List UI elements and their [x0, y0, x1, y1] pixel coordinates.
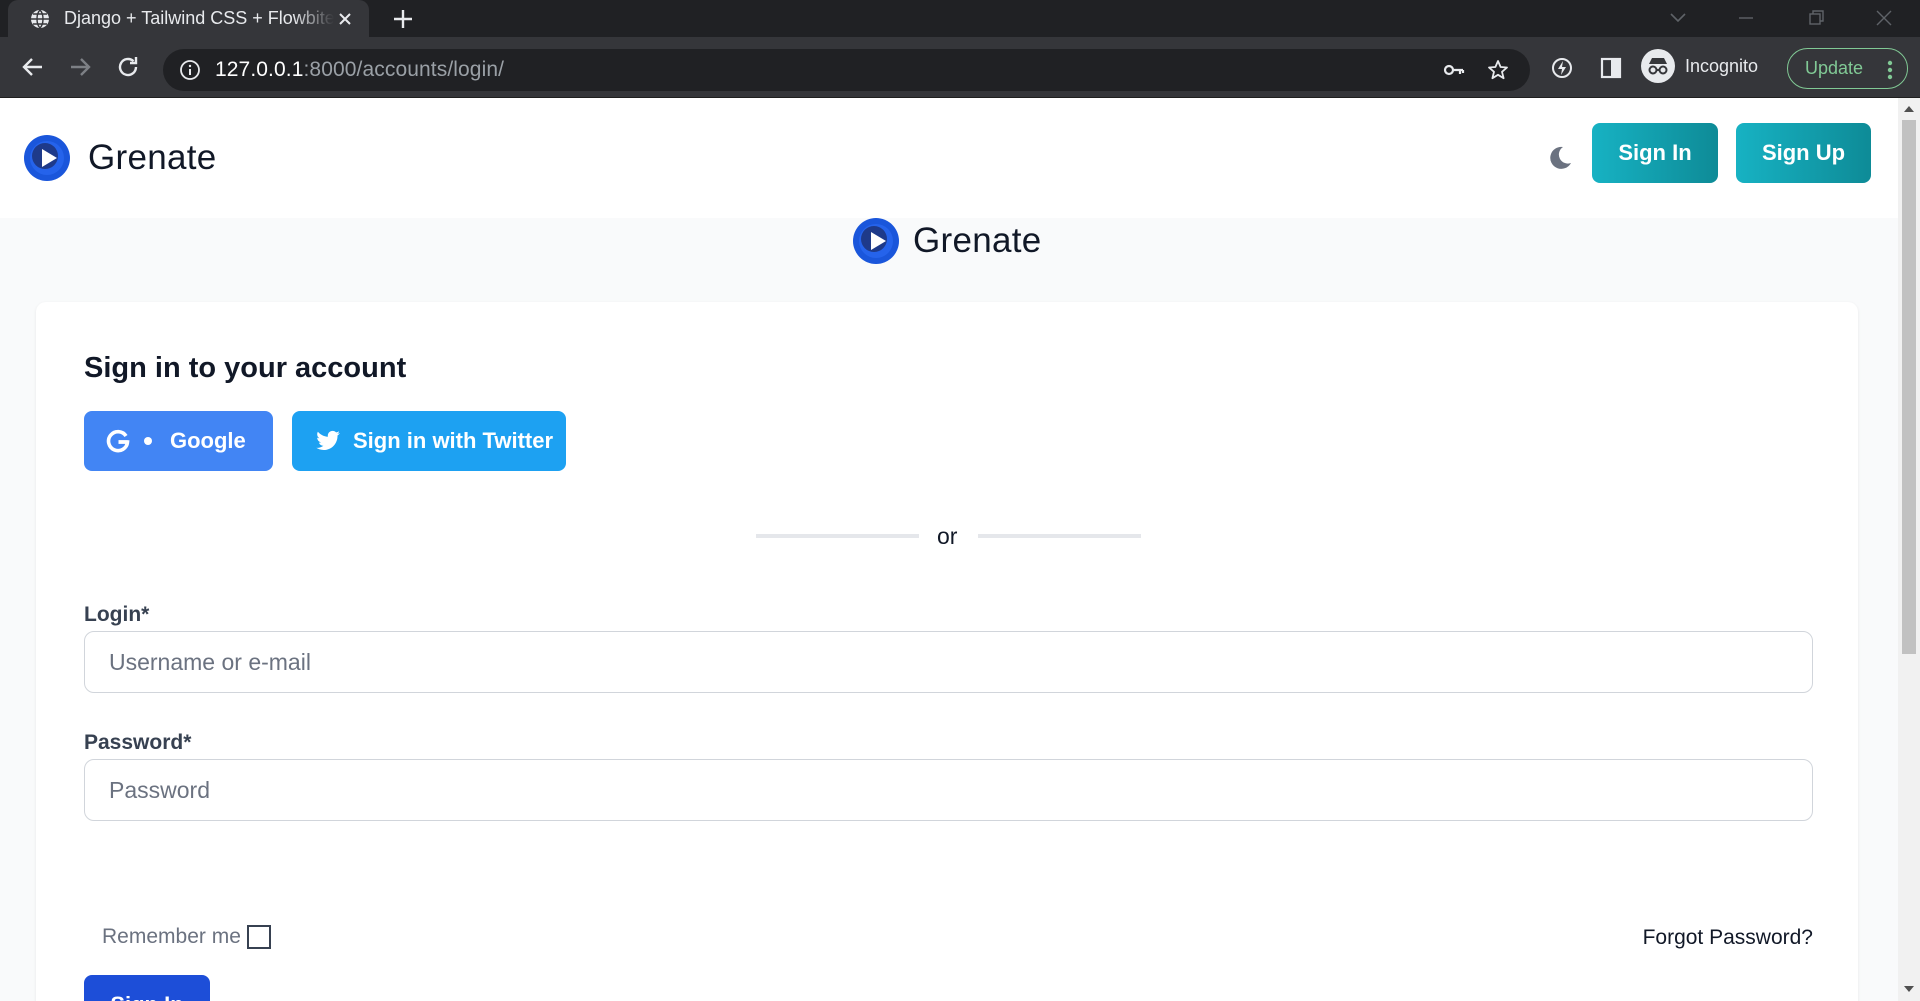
twitter-icon	[316, 430, 340, 450]
incognito-icon	[1641, 49, 1675, 83]
forward-icon[interactable]	[65, 52, 95, 82]
brand-link[interactable]: Grenate	[24, 135, 217, 181]
twitter-label: Sign in with Twitter	[353, 428, 554, 453]
close-icon[interactable]	[335, 9, 355, 29]
incognito-label: Incognito	[1685, 55, 1759, 76]
login-label: Login*	[84, 603, 150, 626]
google-icon	[106, 429, 130, 453]
update-button[interactable]: Update	[1787, 48, 1908, 89]
minimize-icon[interactable]	[1732, 4, 1760, 32]
divider-left	[756, 534, 919, 538]
remember-checkbox[interactable]	[246, 925, 271, 949]
star-icon[interactable]	[1486, 58, 1510, 82]
kebab-menu-icon[interactable]	[1887, 60, 1893, 80]
remember-label: Remember me	[102, 925, 241, 948]
browser-tab[interactable]: Django + Tailwind CSS + Flowbite	[8, 0, 369, 37]
incognito-indicator[interactable]: Incognito	[1641, 48, 1758, 84]
moon-icon[interactable]	[1546, 143, 1574, 171]
globe-icon	[31, 9, 49, 28]
center-brand[interactable]: Grenate	[853, 218, 1042, 264]
navbar-signin-button[interactable]: Sign In	[1592, 123, 1718, 183]
key-icon[interactable]	[1442, 58, 1466, 82]
password-label: Password*	[84, 731, 192, 754]
brand-logo-icon	[853, 218, 899, 264]
info-icon[interactable]	[179, 59, 201, 81]
login-input[interactable]	[84, 631, 1813, 693]
separator-dot	[144, 437, 152, 445]
or-separator: or	[937, 523, 958, 549]
extension-icon[interactable]	[1549, 55, 1575, 81]
url-text[interactable]: 127.0.0.1:8000/accounts/login/	[215, 58, 504, 82]
brand-logo-icon	[24, 135, 70, 181]
plus-icon[interactable]	[390, 6, 416, 32]
browser-toolbar: 127.0.0.1:8000/accounts/login/ Incognito…	[0, 37, 1920, 98]
navbar-signup-button[interactable]: Sign Up	[1736, 123, 1871, 183]
scrollbar-thumb[interactable]	[1902, 120, 1916, 654]
login-card: Sign in to your account Google Sign in w…	[36, 302, 1858, 1001]
side-panel-icon[interactable]	[1598, 55, 1624, 81]
twitter-signin-button[interactable]: Sign in with Twitter	[292, 411, 566, 471]
address-bar[interactable]: 127.0.0.1:8000/accounts/login/	[163, 49, 1530, 91]
google-signin-button[interactable]: Google	[84, 411, 273, 471]
tab-title: Django + Tailwind CSS + Flowbite	[64, 8, 334, 28]
remember-me: Remember me	[102, 925, 271, 949]
url-host: 127.0.0.1	[215, 58, 304, 81]
update-label: Update	[1805, 58, 1864, 78]
browser-tab-strip: Django + Tailwind CSS + Flowbite	[0, 0, 1920, 37]
reload-icon[interactable]	[113, 52, 143, 82]
forgot-password-link[interactable]: Forgot Password?	[1643, 926, 1813, 950]
google-label: Google	[170, 428, 246, 453]
page-viewport: Grenate Sign In Sign Up Grenate Sign in …	[0, 98, 1898, 1001]
center-brand-name: Grenate	[913, 221, 1042, 260]
back-icon[interactable]	[18, 52, 48, 82]
password-input[interactable]	[84, 759, 1813, 821]
brand-name: Grenate	[88, 138, 217, 177]
signin-submit-button[interactable]: Sign In	[84, 975, 210, 1001]
divider-right	[978, 534, 1141, 538]
site-navbar: Grenate Sign In Sign Up	[0, 98, 1898, 218]
page-scrollbar[interactable]	[1898, 98, 1920, 1001]
page-title: Sign in to your account	[84, 352, 407, 384]
scroll-down-icon[interactable]	[1904, 985, 1914, 993]
scroll-up-icon[interactable]	[1904, 105, 1914, 113]
url-path: :8000/accounts/login/	[303, 58, 505, 81]
chevron-down-icon[interactable]	[1664, 4, 1692, 32]
restore-icon[interactable]	[1802, 4, 1830, 32]
close-icon[interactable]	[1870, 4, 1898, 32]
